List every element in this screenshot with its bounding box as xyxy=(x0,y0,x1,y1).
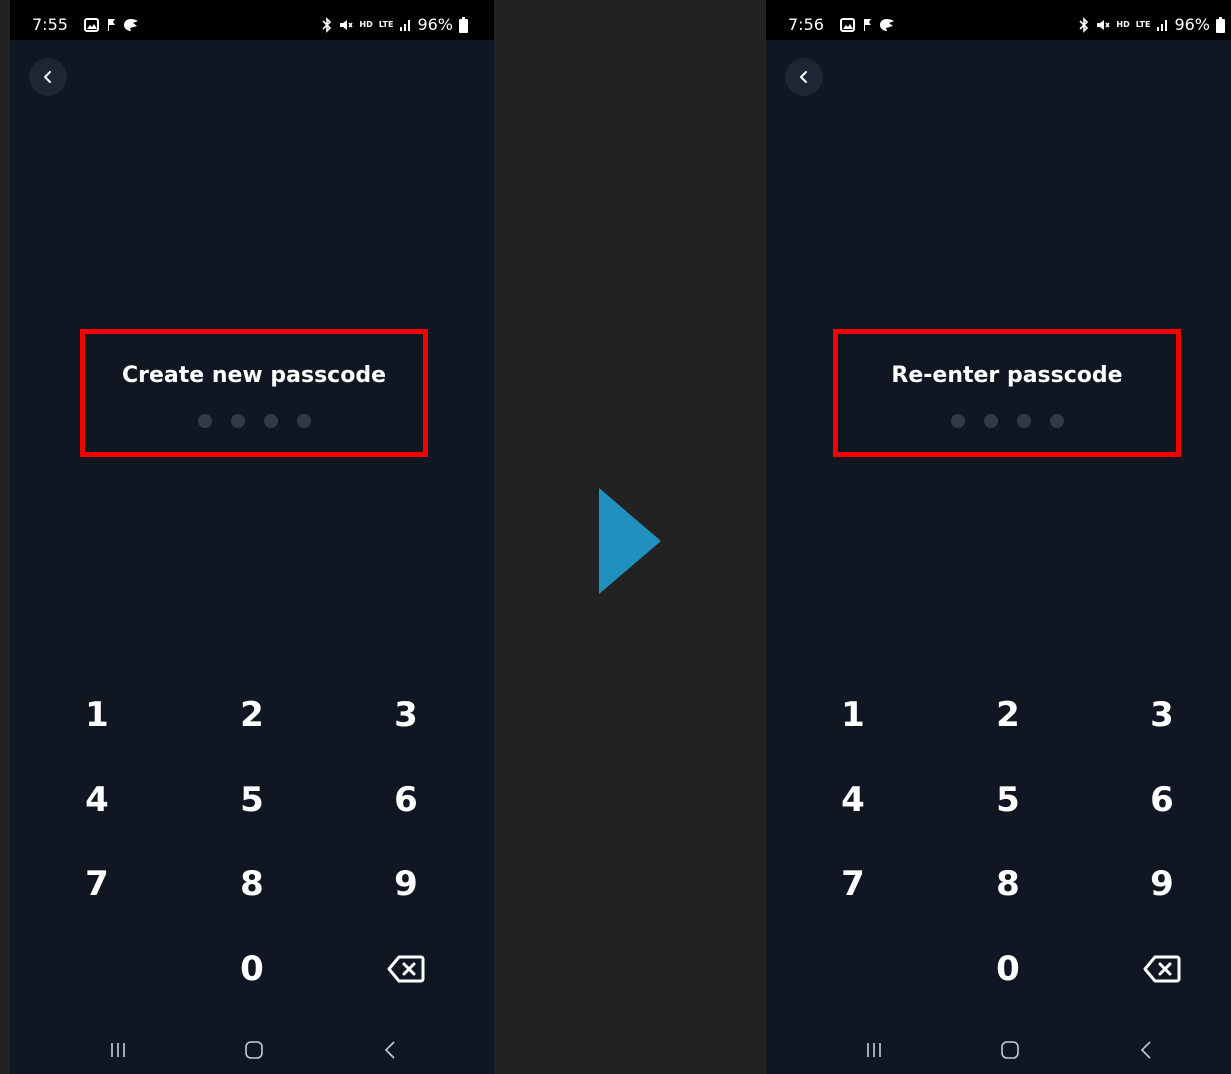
passcode-prompt-highlight: Create new passcode xyxy=(80,329,428,457)
phone-screen-reenter: 7:56 HD LTE 96% Re-enter passcode 1 2 3 … xyxy=(766,0,1231,1074)
key-3[interactable]: 3 xyxy=(356,679,456,751)
hd-label: HD xyxy=(359,20,373,29)
notification-icons xyxy=(84,15,139,35)
number-keypad: 1 2 3 4 5 6 7 8 9 0 xyxy=(766,671,1231,1011)
flag-icon xyxy=(864,19,871,31)
phone-screen-create: 7:55 HD LTE 96% Create new passcode 1 2 … xyxy=(10,0,494,1074)
key-6[interactable]: 6 xyxy=(356,764,456,836)
recent-apps-button[interactable] xyxy=(852,1036,896,1064)
next-arrow-icon xyxy=(599,488,661,594)
back-chevron-icon xyxy=(44,71,51,83)
gallery-icon xyxy=(84,18,99,32)
key-8[interactable]: 8 xyxy=(958,848,1058,920)
home-button[interactable] xyxy=(232,1036,276,1064)
home-icon xyxy=(1001,1041,1019,1059)
nav-back-button[interactable] xyxy=(1124,1036,1168,1064)
back-chevron-icon xyxy=(800,71,807,83)
passcode-dot xyxy=(296,414,311,428)
passcode-dot xyxy=(230,414,245,428)
system-nav-bar xyxy=(10,1030,494,1070)
backspace-icon xyxy=(387,955,425,983)
prompt-title: Create new passcode xyxy=(121,363,387,388)
passcode-dot xyxy=(950,414,965,428)
mute-icon xyxy=(1097,20,1110,30)
recent-apps-icon xyxy=(867,1043,881,1057)
battery-icon xyxy=(1216,17,1225,33)
key-2[interactable]: 2 xyxy=(202,679,302,751)
key-1[interactable]: 1 xyxy=(47,679,147,751)
passcode-dot xyxy=(1049,414,1064,428)
battery-icon xyxy=(459,17,468,33)
key-4[interactable]: 4 xyxy=(47,764,147,836)
number-keypad: 1 2 3 4 5 6 7 8 9 0 xyxy=(10,671,494,1011)
key-8[interactable]: 8 xyxy=(202,848,302,920)
system-nav-bar xyxy=(766,1030,1231,1070)
home-icon xyxy=(245,1041,263,1059)
nav-back-button[interactable] xyxy=(368,1036,412,1064)
key-6[interactable]: 6 xyxy=(1112,764,1212,836)
bluetooth-icon xyxy=(1079,17,1089,33)
battery-percent: 96% xyxy=(417,15,453,34)
passcode-dot xyxy=(1016,414,1031,428)
key-5[interactable]: 5 xyxy=(202,764,302,836)
backspace-button[interactable] xyxy=(1112,933,1212,1005)
status-bar: 7:56 HD LTE 96% xyxy=(766,0,1231,40)
key-9[interactable]: 9 xyxy=(1112,848,1212,920)
recent-apps-icon xyxy=(111,1043,125,1057)
messenger-icon xyxy=(880,19,894,31)
recent-apps-button[interactable] xyxy=(96,1036,140,1064)
hd-label: HD xyxy=(1116,20,1130,29)
passcode-dot xyxy=(197,414,212,428)
signal-icon xyxy=(1157,20,1168,31)
system-status-icons: HD LTE 96% xyxy=(321,15,468,35)
nav-back-icon xyxy=(1140,1041,1151,1059)
key-9[interactable]: 9 xyxy=(356,848,456,920)
back-button[interactable] xyxy=(29,58,67,96)
key-7[interactable]: 7 xyxy=(47,848,147,920)
prompt-title: Re-enter passcode xyxy=(891,363,1123,388)
backspace-icon xyxy=(1143,955,1181,983)
passcode-dots xyxy=(85,414,423,428)
status-time: 7:55 xyxy=(32,15,68,34)
key-0[interactable]: 0 xyxy=(958,933,1058,1005)
signal-icon xyxy=(400,20,411,31)
key-0[interactable]: 0 xyxy=(202,933,302,1005)
nav-back-icon xyxy=(384,1041,395,1059)
key-3[interactable]: 3 xyxy=(1112,679,1212,751)
key-2[interactable]: 2 xyxy=(958,679,1058,751)
backspace-button[interactable] xyxy=(356,933,456,1005)
passcode-dot xyxy=(263,414,278,428)
passcode-dot xyxy=(983,414,998,428)
lte-label: LTE xyxy=(1135,20,1151,29)
notification-icons xyxy=(840,15,895,35)
passcode-dots xyxy=(838,414,1176,428)
messenger-icon xyxy=(124,19,138,31)
flag-icon xyxy=(108,19,115,31)
bluetooth-icon xyxy=(322,17,332,33)
status-time: 7:56 xyxy=(788,15,824,34)
lte-label: LTE xyxy=(378,20,394,29)
passcode-prompt-highlight: Re-enter passcode xyxy=(833,329,1181,457)
key-1[interactable]: 1 xyxy=(803,679,903,751)
status-bar: 7:55 HD LTE 96% xyxy=(10,0,494,40)
key-5[interactable]: 5 xyxy=(958,764,1058,836)
key-4[interactable]: 4 xyxy=(803,764,903,836)
gallery-icon xyxy=(840,18,855,32)
mute-icon xyxy=(340,20,353,30)
home-button[interactable] xyxy=(988,1036,1032,1064)
battery-percent: 96% xyxy=(1174,15,1210,34)
system-status-icons: HD LTE 96% xyxy=(1078,15,1225,35)
back-button[interactable] xyxy=(785,58,823,96)
key-7[interactable]: 7 xyxy=(803,848,903,920)
